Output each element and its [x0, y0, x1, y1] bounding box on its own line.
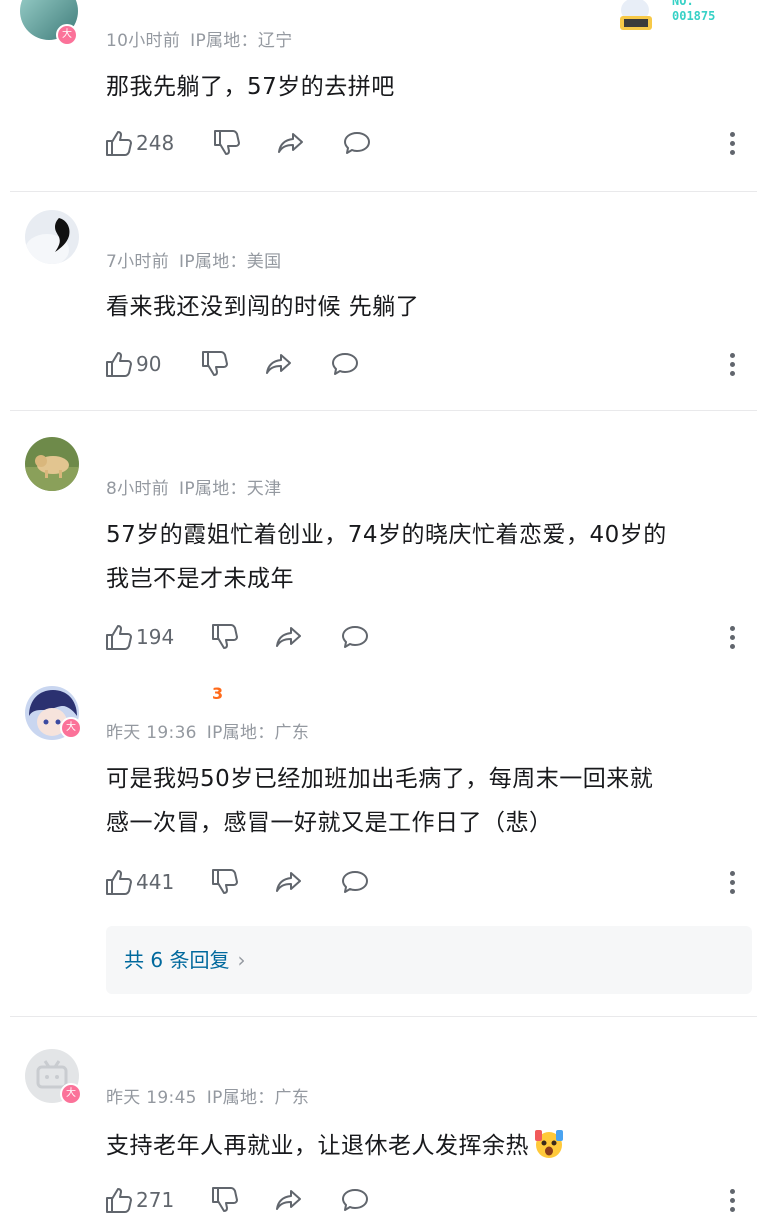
dislike-button[interactable]	[210, 1185, 240, 1215]
comment-meta: 昨天 19:36 IP属地：广东	[106, 718, 319, 743]
thumb-up-icon	[106, 131, 132, 156]
comment-line: 看来我还没到闯的时候 先躺了	[106, 294, 420, 320]
share-icon	[266, 354, 291, 374]
share-button[interactable]	[274, 622, 304, 652]
avatar[interactable]	[25, 437, 79, 491]
thumb-up-icon	[106, 870, 132, 895]
dislike-button[interactable]	[212, 128, 242, 158]
comment-text: 可是我妈50岁已经加班加出毛病了，每周末一回来就 感一次冒，感冒一好就又是工作日…	[106, 757, 745, 845]
share-button[interactable]	[274, 867, 304, 897]
more-vertical-icon[interactable]	[727, 128, 737, 162]
like-button[interactable]: 248	[104, 128, 174, 158]
comment-text: 那我先躺了，57岁的去拼吧	[106, 65, 745, 109]
like-button[interactable]: 271	[104, 1185, 174, 1215]
like-count: 248	[136, 131, 175, 155]
comment-line: 感一次冒，感冒一好就又是工作日了（悲）	[106, 810, 553, 836]
comment-meta: 10小时前 IP属地：辽宁	[106, 26, 303, 51]
comment-item: 8小时前 IP属地：天津 57岁的霞姐忙着创业，74岁的晓庆忙着恋爱，40岁的 我…	[0, 411, 767, 671]
comment-text: 看来我还没到闯的时候 先躺了	[106, 285, 745, 329]
view-replies-link[interactable]: 共 6 条回复 ›	[106, 926, 752, 994]
comment-bubble-icon	[344, 132, 370, 154]
reply-button[interactable]	[330, 349, 360, 379]
reply-button[interactable]	[342, 128, 372, 158]
share-button[interactable]	[276, 128, 306, 158]
comment-text: 57岁的霞姐忙着创业，74岁的晓庆忙着恋爱，40岁的 我岂不是才未成年	[106, 513, 745, 601]
share-icon	[276, 627, 301, 647]
comment-actions: 90	[104, 349, 745, 383]
avatar[interactable]	[25, 210, 79, 264]
like-count: 194	[136, 625, 175, 649]
comment-ip: IP属地：辽宁	[190, 31, 293, 51]
comment-meta: 昨天 19:45 IP属地：广东	[106, 1083, 319, 1108]
dislike-button[interactable]	[200, 349, 230, 379]
thumb-down-icon	[202, 351, 228, 376]
comment-time: 7小时前	[106, 252, 170, 272]
like-button[interactable]: 90	[104, 349, 161, 379]
comment-time: 10小时前	[106, 31, 181, 51]
comment-ip: IP属地：美国	[179, 252, 282, 272]
comment-ip: IP属地：广东	[206, 1088, 310, 1108]
like-count: 271	[136, 1188, 175, 1212]
comment-actions: 271	[104, 1185, 745, 1219]
more-vertical-icon[interactable]	[727, 867, 737, 901]
like-count: 441	[136, 870, 175, 894]
comment-meta: 7小时前 IP属地：美国	[106, 247, 291, 272]
comment-line: 可是我妈50岁已经加班加出毛病了，每周末一回来就	[106, 766, 654, 792]
comment-item: 大 3 昨天 19:36 IP属地：广东 可是我妈50岁已经加班加出毛病了，每周末…	[0, 672, 767, 1017]
comment-meta: 8小时前 IP属地：天津	[106, 474, 291, 499]
comment-bubble-icon	[342, 871, 368, 893]
comment-line: 我岂不是才未成年	[106, 566, 294, 592]
comment-line: 57岁的霞姐忙着创业，74岁的晓庆忙着恋爱，40岁的	[106, 522, 667, 548]
thumb-down-icon	[212, 1187, 238, 1212]
thumb-up-icon	[106, 352, 132, 377]
comment-text: 支持老年人再就业，让退休老人发挥余热	[106, 1124, 745, 1168]
share-icon	[276, 872, 301, 892]
reply-button[interactable]	[340, 867, 370, 897]
reply-button[interactable]	[340, 1185, 370, 1215]
comment-bubble-icon	[342, 1189, 368, 1211]
comment-actions: 194	[104, 622, 745, 656]
comment-line: 支持老年人再就业，让退休老人发挥余热	[106, 1133, 529, 1159]
share-button[interactable]	[274, 1185, 304, 1215]
comment-item: 7小时前 IP属地：美国 看来我还没到闯的时候 先躺了 90	[0, 192, 767, 407]
more-vertical-icon[interactable]	[727, 622, 737, 656]
dislike-button[interactable]	[210, 622, 240, 652]
chevron-right-icon: ›	[237, 948, 246, 972]
like-button[interactable]: 441	[104, 867, 174, 897]
shocked-face-emoji	[535, 1129, 563, 1158]
more-vertical-icon[interactable]	[727, 349, 737, 383]
comment-bubble-icon	[342, 626, 368, 648]
thumb-down-icon	[212, 869, 238, 894]
comment-bubble-icon	[332, 353, 358, 375]
replies-count-label: 共 6 条回复	[124, 948, 230, 972]
thumb-up-icon	[106, 625, 132, 650]
share-button[interactable]	[264, 349, 294, 379]
like-count: 90	[136, 352, 162, 376]
comment-item: 大 昨天 19:45 IP属地：广东 支持老年人再就业，让退休老人发挥余热 271	[0, 1017, 767, 1213]
comment-item: 大 NO. 001875 10小时前 IP属地：辽宁 那我先躺了，57岁的去拼吧 …	[0, 0, 767, 190]
comment-time: 8小时前	[106, 479, 170, 499]
vip-badge: 大	[60, 1083, 82, 1105]
thumb-down-icon	[212, 624, 238, 649]
thumb-down-icon	[214, 130, 240, 155]
avatar-decoration-icon	[620, 0, 652, 30]
share-icon	[278, 133, 303, 153]
level-mark: 3	[212, 684, 224, 703]
vip-badge: 大	[60, 717, 82, 739]
dislike-button[interactable]	[210, 867, 240, 897]
like-button[interactable]: 194	[104, 622, 174, 652]
thumb-up-icon	[106, 1188, 132, 1213]
comment-time: 昨天 19:36	[106, 723, 197, 743]
decoration-number: NO. 001875	[672, 0, 716, 23]
comment-time: 昨天 19:45	[106, 1088, 197, 1108]
share-icon	[276, 1190, 301, 1210]
vip-badge: 大	[56, 24, 78, 46]
comment-actions: 441	[104, 867, 745, 901]
comment-actions: 248	[104, 128, 745, 162]
more-vertical-icon[interactable]	[727, 1185, 737, 1219]
comment-line: 那我先躺了，57岁的去拼吧	[106, 74, 395, 100]
reply-button[interactable]	[340, 622, 370, 652]
comment-ip: IP属地：广东	[206, 723, 310, 743]
comment-ip: IP属地：天津	[179, 479, 282, 499]
